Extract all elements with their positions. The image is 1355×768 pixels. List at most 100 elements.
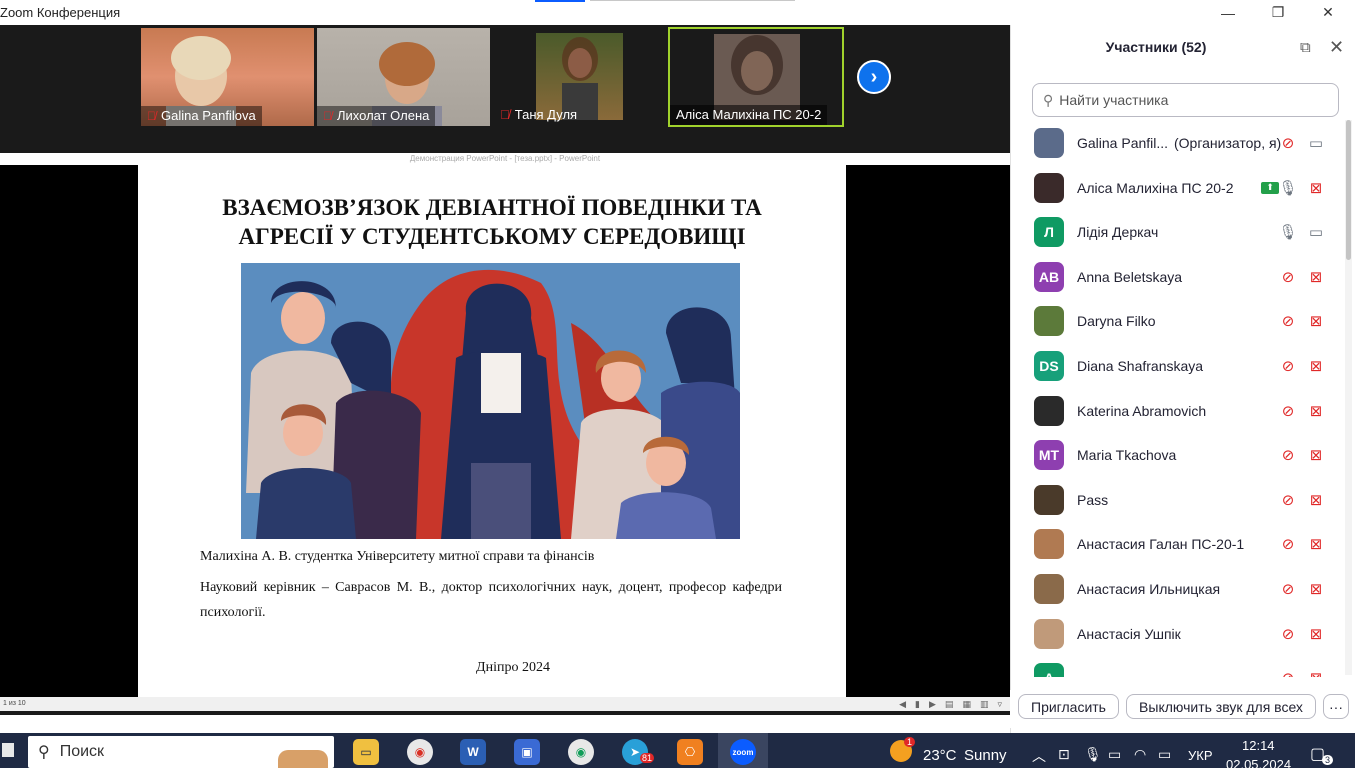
camera-off-icon[interactable]: ⊠	[1307, 535, 1325, 553]
mic-muted-icon[interactable]: ⊘	[1279, 491, 1297, 509]
avatar	[1034, 529, 1064, 560]
close-button[interactable]: ✕	[1305, 0, 1351, 25]
participant-row[interactable]: Анастасия Галан ПС-20-1 ⊘ ⊠	[1011, 522, 1346, 566]
camera-off-icon[interactable]: ⊠	[1307, 357, 1325, 375]
participant-name-tag: 🎙̸ Galina Panfilova	[141, 106, 262, 126]
participant-row[interactable]: Katerina Abramovich ⊘ ⊠	[1011, 389, 1346, 433]
participant-search[interactable]: ⚲	[1032, 83, 1339, 117]
next-page-button[interactable]: ›	[857, 60, 891, 94]
participant-row[interactable]: MT Maria Tkachova ⊘ ⊠	[1011, 433, 1346, 477]
clock-time[interactable]: 12:14	[1242, 738, 1275, 753]
maximize-button[interactable]: ❐	[1255, 0, 1301, 25]
mic-muted-icon[interactable]: ⊘	[1279, 535, 1297, 553]
search-highlight-icon	[278, 750, 328, 768]
participant-row[interactable]: Анастасія Ушпік ⊘ ⊠	[1011, 612, 1346, 656]
participant-row[interactable]: Pass ⊘ ⊠	[1011, 478, 1346, 522]
zoom-icon[interactable]: zoom	[730, 739, 756, 765]
menu-icon[interactable]: ▮	[915, 697, 920, 711]
language-indicator[interactable]: УКР	[1188, 748, 1213, 763]
mic-muted-icon[interactable]: ⊘	[1279, 357, 1297, 375]
close-panel-icon[interactable]: ✕	[1329, 37, 1344, 58]
mic-muted-icon[interactable]: ⊘	[1279, 134, 1297, 152]
participant-row[interactable]: Аліса Малихіна ПС 20-2 ⬆ 🎙 ⊠	[1011, 166, 1346, 210]
camera-off-icon[interactable]: ⊠	[1307, 179, 1325, 197]
video-tile[interactable]: 🎙̸ Galina Panfilova	[141, 28, 314, 126]
title-bar: Zoom Конференция — ❐ ✕	[0, 0, 1355, 25]
avatar	[1034, 172, 1064, 203]
word-icon[interactable]: W	[460, 739, 486, 765]
camera-off-icon[interactable]: ⊠	[1307, 268, 1325, 286]
participant-row[interactable]: Анастасия Ильницкая ⊘ ⊠	[1011, 567, 1346, 611]
save-app-icon[interactable]: ▣	[514, 739, 540, 765]
mic-muted-icon[interactable]: ⊘	[1279, 625, 1297, 643]
normal-view-icon[interactable]: ▤	[945, 697, 954, 711]
sorter-view-icon[interactable]: ▦	[962, 697, 971, 711]
mic-muted-icon[interactable]: ⊘	[1279, 268, 1297, 286]
camera-off-icon[interactable]: ⊠	[1307, 625, 1325, 643]
windows-taskbar: ⚲ Поиск ▭ ◉ W ▣ ◉ ➤ 81 ⎔ zoom 1 23°C Sun…	[0, 733, 1355, 768]
participant-name: Анастасия Ильницкая	[1077, 581, 1221, 597]
participant-status-icons: ⊘⊠	[1279, 535, 1325, 553]
participant-row[interactable]: А⊘⊠	[1011, 656, 1346, 677]
mic-icon[interactable]: 🎙	[1278, 179, 1297, 197]
mute-all-button[interactable]: Выключить звук для всех	[1126, 694, 1316, 719]
taskbar-search[interactable]: ⚲ Поиск	[28, 736, 334, 768]
camera-icon[interactable]: ▭	[1307, 134, 1325, 152]
camera-off-icon[interactable]: ⊠	[1307, 312, 1325, 330]
minimize-button[interactable]: —	[1205, 0, 1251, 25]
chrome-profile-icon[interactable]: ◉	[568, 739, 594, 765]
camera-off-icon[interactable]: ⊠	[1307, 491, 1325, 509]
mic-icon[interactable]: 🎙	[1278, 223, 1297, 241]
camera-off-icon[interactable]: ⊠	[1307, 580, 1325, 598]
mic-muted-icon[interactable]: ⊘	[1279, 446, 1297, 464]
clock-date[interactable]: 02.05.2024	[1226, 757, 1291, 768]
mic-muted-icon[interactable]: ⊘	[1279, 402, 1297, 420]
mic-muted-icon[interactable]: ⊘	[1279, 580, 1297, 598]
reading-view-icon[interactable]: ▥	[980, 697, 989, 711]
avatar: MT	[1034, 440, 1064, 471]
participant-name: Anna Beletskaya	[1077, 268, 1183, 285]
participant-name: Pass	[1077, 491, 1109, 508]
pdf-app-icon[interactable]: ⎔	[677, 739, 703, 765]
tray-app-icon[interactable]: ⊡	[1058, 746, 1070, 763]
next-slide-icon[interactable]: ▶	[929, 697, 936, 711]
participant-status-icons: ⊘⊠	[1279, 446, 1325, 464]
participants-footer: Пригласить Выключить звук для всех ···	[1010, 690, 1355, 728]
participant-row[interactable]: Galina Panfil... (Организатор, я) ⊘ ▭	[1011, 121, 1346, 165]
windows-start-icon[interactable]	[2, 743, 14, 757]
mic-muted-icon[interactable]: ⊘	[1279, 312, 1297, 330]
slide-illustration	[241, 263, 740, 539]
invite-button[interactable]: Пригласить	[1018, 694, 1119, 719]
participant-row[interactable]: Л Лідія Деркач 🎙 ▭	[1011, 210, 1346, 254]
popout-icon[interactable]: ⧉	[1300, 39, 1311, 56]
video-tile[interactable]: 🎙̸ Лихолат Олена	[317, 28, 490, 126]
participant-name: Daryna Filko	[1077, 313, 1156, 330]
participant-row[interactable]: DS Diana Shafranskaya ⊘ ⊠	[1011, 344, 1346, 388]
prev-slide-icon[interactable]: ◀	[899, 697, 906, 711]
camera-off-icon[interactable]: ⊠	[1307, 402, 1325, 420]
battery-icon[interactable]: ▭	[1158, 746, 1171, 763]
participant-status-icons: ⊘⊠	[1279, 357, 1325, 375]
camera-off-icon[interactable]: ⊠	[1307, 446, 1325, 464]
tray-mic-icon[interactable]: 🎙	[1084, 746, 1102, 763]
video-tile-active-speaker[interactable]: Аліса Малихіна ПС 20-2	[668, 27, 844, 127]
avatar: AB	[1034, 261, 1064, 292]
slideshow-view-icon[interactable]: ▿	[997, 697, 1002, 711]
tray-chevron-icon[interactable]: ︿	[1032, 746, 1046, 766]
participant-row[interactable]: AB Anna Beletskaya ⊘ ⊠	[1011, 255, 1346, 299]
more-options-button[interactable]: ···	[1323, 694, 1349, 719]
participant-search-input[interactable]	[1059, 92, 1320, 108]
camera-icon[interactable]: ▭	[1307, 223, 1325, 241]
wifi-icon[interactable]: ◠	[1134, 746, 1146, 763]
tray-screen-icon[interactable]: ▭	[1108, 746, 1121, 763]
mic-muted-icon[interactable]: ⊘	[1279, 669, 1297, 677]
participants-scrollbar[interactable]	[1346, 120, 1351, 260]
chrome-icon[interactable]: ◉	[407, 739, 433, 765]
powerpoint-window-title: Демонстрация PowerPoint - [теза.pptx] - …	[0, 153, 1010, 165]
camera-off-icon[interactable]: ⊠	[1307, 669, 1325, 677]
slide-advisor: Науковий керівник – Саврасов М. В., докт…	[200, 580, 782, 620]
participant-row[interactable]: Daryna Filko ⊘ ⊠	[1011, 299, 1346, 343]
file-explorer-icon[interactable]: ▭	[353, 739, 379, 765]
participant-role: (Организатор, я)	[1174, 135, 1282, 151]
participant-status-icons: ⊘⊠	[1279, 268, 1325, 286]
